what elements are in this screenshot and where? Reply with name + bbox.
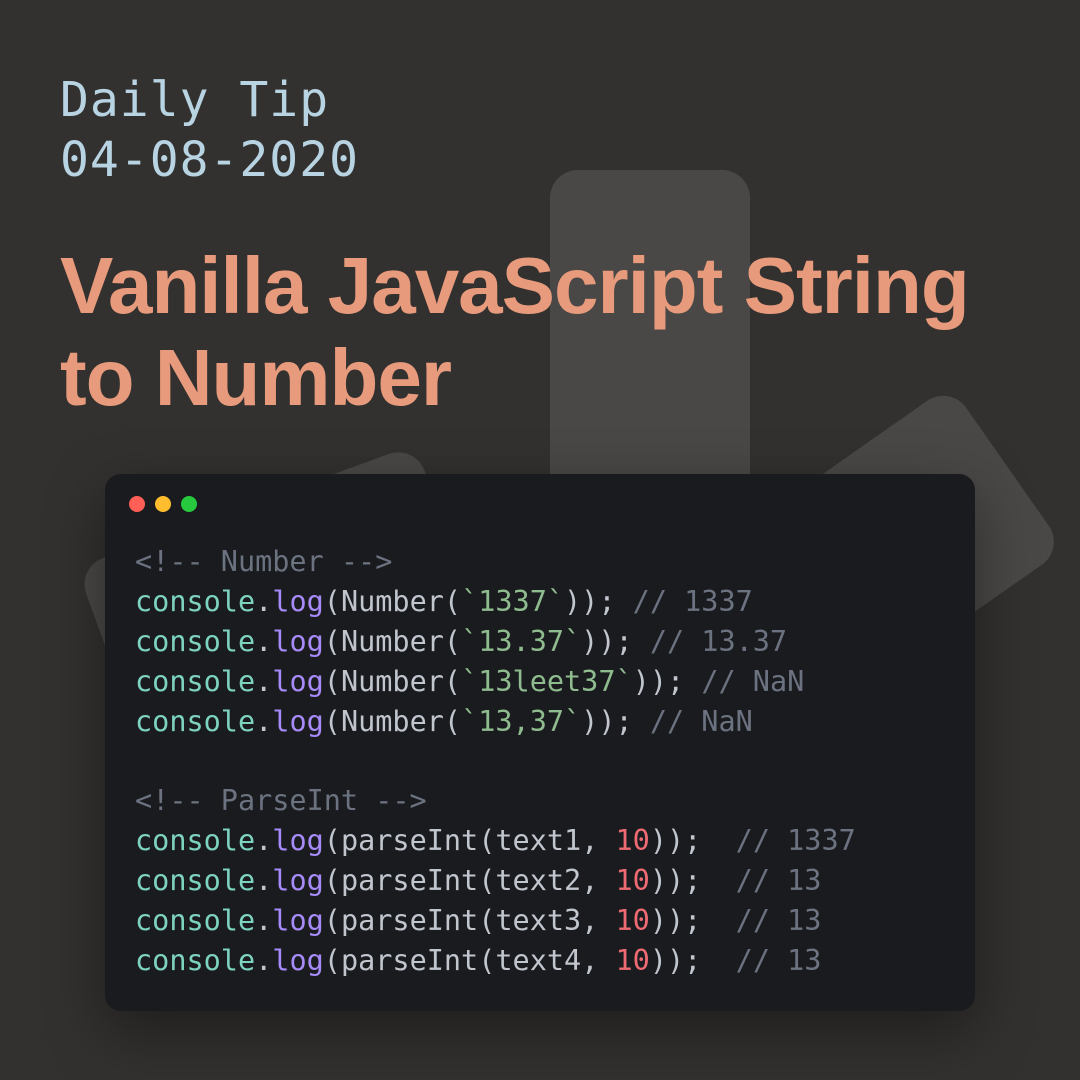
page-title: Vanilla JavaScript String to Number: [60, 240, 1020, 424]
subtitle-date: 04-08-2020: [60, 130, 1020, 190]
code-block: <!-- Number --> console.log(Number(`1337…: [105, 522, 975, 1011]
subtitle: Daily Tip 04-08-2020: [60, 70, 1020, 190]
subtitle-label: Daily Tip: [60, 70, 1020, 130]
maximize-icon: [181, 496, 197, 512]
close-icon: [129, 496, 145, 512]
code-window: <!-- Number --> console.log(Number(`1337…: [105, 474, 975, 1011]
content-container: Daily Tip 04-08-2020 Vanilla JavaScript …: [0, 0, 1080, 1011]
window-titlebar: [105, 474, 975, 522]
minimize-icon: [155, 496, 171, 512]
